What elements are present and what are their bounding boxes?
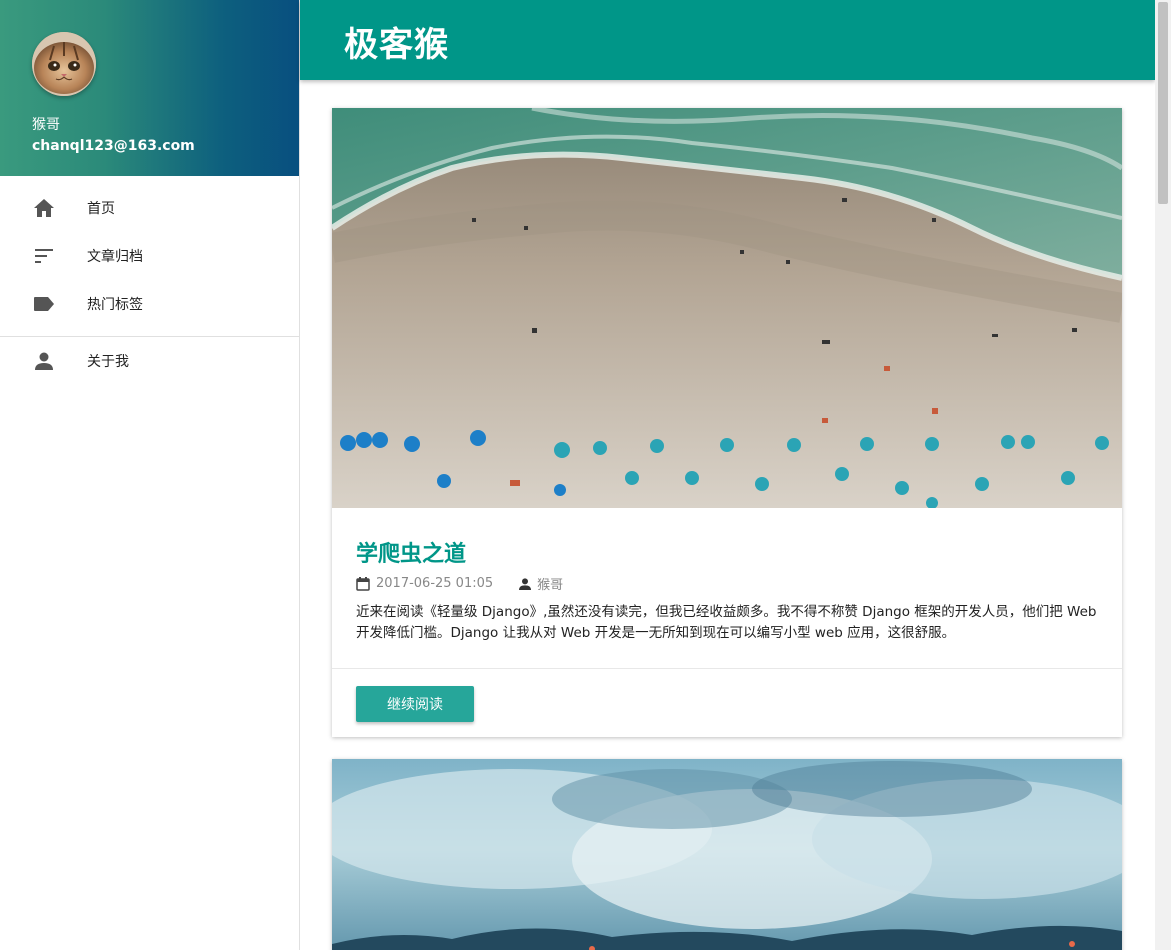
site-title[interactable]: 极客猴 — [344, 17, 449, 66]
post-date: 2017-06-25 01:05 — [376, 576, 494, 591]
post-actions: 继续阅读 — [332, 668, 1122, 737]
person-icon — [519, 577, 532, 590]
nav-item-archive[interactable]: 文章归档 — [0, 232, 299, 280]
secondary-nav: 关于我 — [0, 337, 299, 385]
post-cover-image[interactable] — [332, 108, 1122, 508]
scrollbar-thumb[interactable] — [1158, 2, 1168, 204]
post-summary: 近来在阅读《轻量级 Django》,虽然还没有读完，但我已经收益颇多。我不得不称… — [356, 604, 1097, 641]
post-cover-image[interactable] — [332, 759, 1122, 950]
sidebar-profile-header: 猴哥 chanql123@163.com — [0, 0, 299, 176]
read-more-button[interactable]: 继续阅读 — [356, 686, 474, 722]
app-bar: 极客猴 — [300, 0, 1155, 80]
nav-item-tags[interactable]: 热门标签 — [0, 280, 299, 328]
post-title[interactable]: 学爬虫之道 — [356, 536, 466, 568]
nav-item-about[interactable]: 关于我 — [0, 337, 299, 385]
primary-nav: 首页 文章归档 热门标签 — [0, 176, 299, 328]
page-scrollbar[interactable] — [1155, 0, 1171, 950]
nav-item-label: 热门标签 — [87, 297, 143, 313]
calendar-icon — [356, 576, 370, 591]
label-icon — [32, 292, 56, 316]
home-icon — [32, 196, 56, 220]
nav-item-label: 首页 — [87, 201, 115, 217]
post-author: 猴哥 — [537, 578, 564, 593]
person-icon — [32, 349, 56, 373]
sort-icon — [32, 244, 56, 268]
post-card: 学爬虫之道 2017-06-25 01:05 猴哥 近来在阅读《轻量级 Djan… — [332, 108, 1122, 737]
nav-item-label: 文章归档 — [87, 249, 143, 265]
sidebar: 猴哥 chanql123@163.com 首页 文章归档 热门标签 关于我 — [0, 0, 300, 950]
post-card — [332, 759, 1122, 950]
user-avatar[interactable] — [32, 32, 96, 96]
nav-item-home[interactable]: 首页 — [0, 184, 299, 232]
post-meta: 2017-06-25 01:05 猴哥 — [356, 574, 563, 593]
nav-item-label: 关于我 — [87, 354, 129, 370]
user-name: 猴哥 — [32, 117, 60, 133]
user-email: chanql123@163.com — [32, 138, 195, 154]
